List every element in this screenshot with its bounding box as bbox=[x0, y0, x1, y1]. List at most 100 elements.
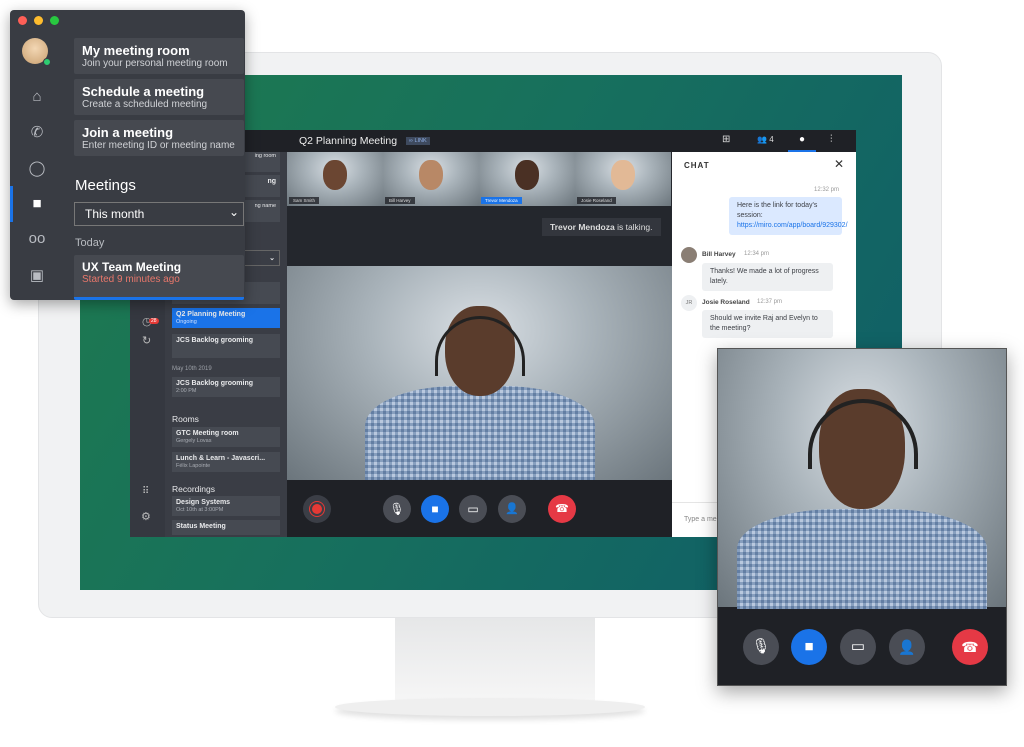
monitor-stand bbox=[395, 618, 595, 702]
list-item[interactable]: Design Systems Oct 10th at 3:00PM bbox=[172, 496, 280, 516]
meetings-heading: Meetings bbox=[75, 177, 136, 194]
participant-face bbox=[515, 160, 539, 190]
mute-button[interactable]: 🎙 bbox=[743, 629, 779, 665]
today-meeting-item[interactable]: UX Team Meeting Started 9 minutes ago bbox=[74, 255, 244, 300]
list-item[interactable]: JCS Backlog grooming 2:00 PM bbox=[172, 377, 280, 397]
item-label: ng name bbox=[254, 203, 276, 209]
participant-thumbnail[interactable]: Trevor Mendoza bbox=[479, 152, 575, 206]
video-icon[interactable]: ■ bbox=[28, 195, 46, 213]
item-title: JCS Backlog grooming bbox=[176, 337, 254, 344]
add-person-button[interactable]: 👤 bbox=[498, 495, 526, 523]
popout-video-window: 🎙 ■ ▭ 👤 ☎ bbox=[717, 348, 1007, 686]
own-message: Here is the link for today's session: ht… bbox=[729, 197, 848, 235]
action-subtitle: Enter meeting ID or meeting name bbox=[82, 140, 235, 151]
list-item[interactable]: JCS Backlog grooming bbox=[172, 334, 280, 358]
action-title: Join a meeting bbox=[82, 125, 174, 140]
message-author: Bill Harvey bbox=[702, 251, 736, 258]
filter-value: This month bbox=[85, 207, 145, 221]
item-subtitle: Félix Lapointe bbox=[176, 463, 211, 469]
hang-up-icon: ☎ bbox=[555, 503, 569, 515]
contacts-icon[interactable]: ▣ bbox=[28, 266, 46, 284]
add-person-button[interactable]: 👤 bbox=[889, 629, 925, 665]
participant-thumbnail[interactable]: Bill Harvey bbox=[383, 152, 479, 206]
meeting-status: Started 9 minutes ago bbox=[82, 274, 180, 285]
date-label: May 10th 2019 bbox=[172, 366, 212, 372]
hang-up-button[interactable]: ☎ bbox=[548, 495, 576, 523]
participant-name: Trevor Mendoza bbox=[481, 197, 522, 204]
item-label: ing room bbox=[254, 153, 276, 159]
my-meeting-room-button[interactable]: My meeting room Join your personal meetin… bbox=[74, 38, 244, 74]
item-label: ng bbox=[267, 178, 276, 185]
voicemail-icon[interactable]: oo bbox=[28, 230, 46, 248]
video-button[interactable]: ■ bbox=[791, 629, 827, 665]
item-subtitle: Ongoing bbox=[176, 319, 197, 325]
schedule-meeting-button[interactable]: Schedule a meeting Create a scheduled mee… bbox=[74, 79, 244, 115]
item-title: Status Meeting bbox=[176, 523, 226, 530]
item-subtitle: Oct 10th at 3:00PM bbox=[176, 507, 224, 513]
list-item[interactable]: GTC Meeting room Gergely Lovas bbox=[172, 427, 280, 447]
apps-grid-icon[interactable]: ⠿ bbox=[142, 486, 149, 497]
message-link[interactable]: https://miro.com/app/board/929302/ bbox=[737, 222, 848, 229]
record-button[interactable] bbox=[303, 495, 331, 523]
link-badge[interactable]: ∞ LINK bbox=[406, 137, 430, 145]
participant-thumbnail[interactable]: Josie Roseland bbox=[575, 152, 671, 206]
action-title: Schedule a meeting bbox=[82, 84, 205, 99]
link-label: LINK bbox=[414, 138, 427, 144]
list-item[interactable]: Lunch & Learn - Javascri... Félix Lapoint… bbox=[172, 452, 280, 472]
list-item[interactable]: Status Meeting bbox=[172, 520, 280, 535]
talking-text: is talking. bbox=[614, 222, 653, 232]
item-title: GTC Meeting room bbox=[176, 430, 239, 437]
participant-face bbox=[419, 160, 443, 190]
month-filter-dropdown[interactable]: This month ⌄ bbox=[74, 202, 244, 226]
speaker-name: Trevor Mendoza bbox=[550, 222, 615, 232]
chat-title: CHAT bbox=[684, 161, 710, 170]
list-item-active[interactable]: Q2 Planning Meeting Ongoing bbox=[172, 308, 280, 328]
item-subtitle: 2:00 PM bbox=[176, 388, 197, 394]
minimize-window-button[interactable] bbox=[34, 16, 43, 25]
participants-count: 4 bbox=[769, 135, 774, 144]
chat-icon[interactable]: ◯ bbox=[28, 159, 46, 177]
meeting-title: Q2 Planning Meeting bbox=[299, 135, 398, 147]
hang-up-icon: ☎ bbox=[961, 639, 979, 655]
participants-icon: 👥 bbox=[757, 135, 767, 144]
maximize-window-button[interactable] bbox=[50, 16, 59, 25]
add-person-icon: 👤 bbox=[898, 639, 916, 655]
participants-button[interactable]: 👥 4 bbox=[757, 135, 774, 144]
settings-sliders-icon[interactable]: ⫶ bbox=[830, 134, 833, 145]
message-author: Josie Roseland bbox=[702, 299, 750, 306]
item-title: Lunch & Learn - Javascri... bbox=[176, 455, 266, 462]
share-screen-button[interactable]: ▭ bbox=[840, 629, 876, 665]
participant-face bbox=[611, 160, 635, 190]
mute-button[interactable]: 🎙 bbox=[383, 495, 411, 523]
item-subtitle: Gergely Lovas bbox=[176, 438, 212, 444]
video-button[interactable]: ■ bbox=[421, 495, 449, 523]
recordings-heading: Recordings bbox=[172, 484, 215, 494]
record-icon bbox=[312, 504, 322, 514]
item-title: JCS Backlog grooming bbox=[176, 380, 254, 387]
participant-name: Josie Roseland bbox=[577, 197, 616, 204]
grid-icon[interactable]: ⊞ bbox=[722, 134, 730, 145]
message-time: 12:34 pm bbox=[744, 251, 770, 257]
home-icon[interactable]: ⌂ bbox=[28, 88, 46, 106]
chevron-down-icon: ⌄ bbox=[269, 255, 275, 262]
meeting-title: UX Team Meeting bbox=[82, 260, 182, 274]
gear-icon[interactable]: ⚙ bbox=[141, 510, 151, 523]
phone-icon[interactable]: ✆ bbox=[28, 123, 46, 141]
action-subtitle: Join your personal meeting room bbox=[82, 58, 228, 69]
action-subtitle: Create a scheduled meeting bbox=[82, 99, 208, 110]
close-icon[interactable]: ✕ bbox=[834, 157, 844, 171]
control-bar: 🎙 ■ ▭ 👤 ☎ bbox=[287, 480, 672, 537]
sync-icon[interactable]: ↻ bbox=[142, 334, 151, 347]
join-meeting-button[interactable]: Join a meeting Enter meeting ID or meetin… bbox=[74, 120, 244, 156]
participant-thumbnail[interactable]: Sam Smith bbox=[287, 152, 383, 206]
message: Should we invite Raj and Evelyn to the m… bbox=[702, 310, 833, 338]
presence-status bbox=[43, 58, 51, 66]
chat-tab[interactable]: ● bbox=[788, 130, 816, 152]
item-title: Design Systems bbox=[176, 499, 231, 506]
close-window-button[interactable] bbox=[18, 16, 27, 25]
share-screen-button[interactable]: ▭ bbox=[459, 495, 487, 523]
main-video bbox=[287, 266, 672, 486]
hang-up-button[interactable]: ☎ bbox=[952, 629, 988, 665]
popout-video bbox=[718, 349, 1006, 609]
rooms-heading: Rooms bbox=[172, 414, 199, 424]
